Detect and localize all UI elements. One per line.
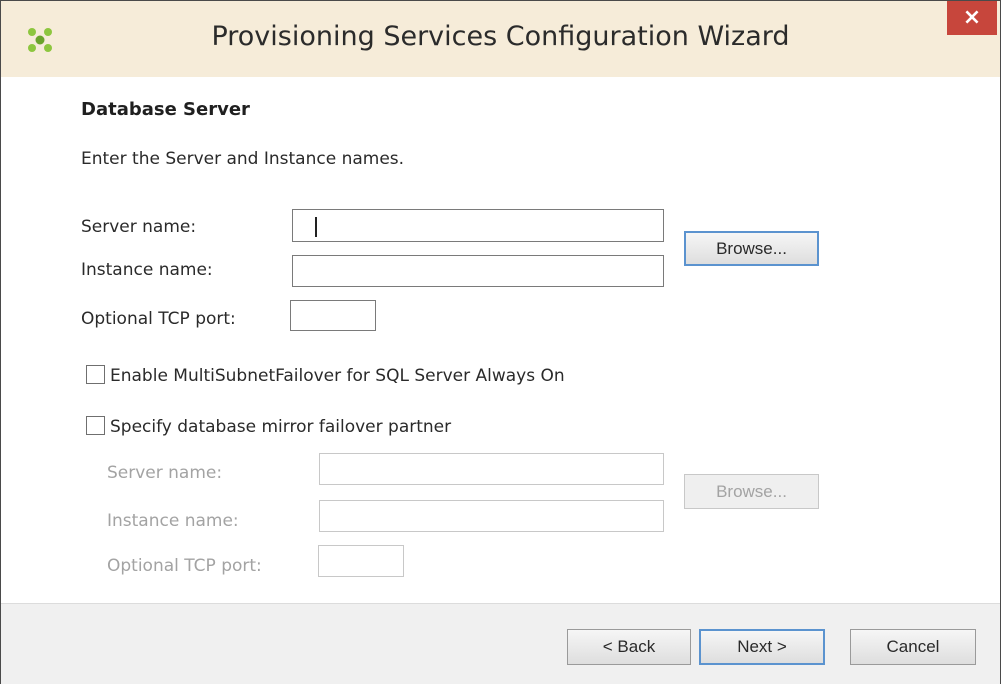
mirror-server-name-input[interactable] [319,453,664,485]
mirror-label[interactable]: Specify database mirror failover partner [110,417,451,437]
multisubnet-checkbox[interactable] [86,365,105,384]
mirror-server-name-label: Server name: [107,463,223,483]
tcp-port-label: Optional TCP port: [81,309,236,329]
next-button[interactable]: Next > [699,629,825,665]
mirror-tcp-port-label: Optional TCP port: [107,556,262,576]
close-icon: × [962,5,982,30]
wizard-window: Provisioning Services Configuration Wiza… [0,0,1001,684]
mirror-instance-name-input[interactable] [319,500,664,532]
multisubnet-label[interactable]: Enable MultiSubnetFailover for SQL Serve… [110,366,565,386]
window-title: Provisioning Services Configuration Wiza… [211,21,790,52]
button-bar: < Back Next > Cancel [1,603,1000,684]
page-heading: Database Server [81,99,250,120]
cancel-button[interactable]: Cancel [850,629,976,665]
tcp-port-input[interactable] [290,300,376,331]
instance-name-input[interactable] [292,255,664,287]
title-bar: Provisioning Services Configuration Wiza… [1,1,1000,77]
mirror-checkbox[interactable] [86,416,105,435]
page-description: Enter the Server and Instance names. [81,149,405,169]
mirror-browse-button[interactable]: Browse... [684,474,819,509]
back-button[interactable]: < Back [567,629,691,665]
server-name-label: Server name: [81,217,197,237]
server-name-input[interactable] [292,209,664,242]
mirror-instance-name-label: Instance name: [107,511,239,531]
instance-name-label: Instance name: [81,260,213,280]
mirror-tcp-port-input[interactable] [318,545,404,577]
browse-button[interactable]: Browse... [684,231,819,266]
close-button[interactable]: × [947,1,997,35]
text-caret [315,217,317,237]
